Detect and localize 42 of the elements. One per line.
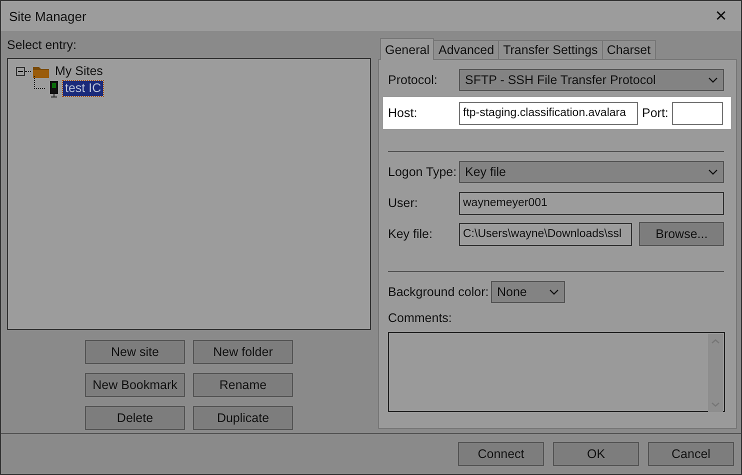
field-label: Key file:: [388, 227, 434, 241]
user-field[interactable]: waynemeyer001: [459, 192, 724, 214]
close-button[interactable]: ✕: [701, 1, 741, 31]
field-label: Logon Type:: [388, 165, 458, 179]
field-label: Port:: [642, 106, 668, 120]
key-file-field[interactable]: C:\Users\wayne\Downloads\ssl: [459, 222, 632, 246]
tab[interactable]: General: [380, 38, 434, 60]
window-title: Site Manager: [9, 8, 86, 24]
dialog-button[interactable]: Connect: [458, 442, 544, 466]
tree-item[interactable]: My Sites: [53, 64, 105, 79]
field-label: Host:: [388, 106, 418, 120]
collapse-icon[interactable]: [16, 67, 25, 76]
dropdown[interactable]: None: [491, 281, 565, 303]
tab[interactable]: Charset: [602, 40, 656, 59]
tab[interactable]: Advanced: [433, 40, 500, 59]
port-field[interactable]: [672, 102, 724, 124]
select-entry-label: Select entry:: [7, 38, 78, 52]
browse-button[interactable]: Browse...: [639, 222, 724, 246]
site-button[interactable]: Rename: [193, 373, 293, 397]
chevron-down-icon: [549, 289, 559, 295]
folder-icon: [32, 64, 50, 79]
dropdown[interactable]: SFTP - SSH File Transfer Protocol: [459, 69, 724, 91]
comments-field[interactable]: [388, 332, 725, 412]
site-tree[interactable]: My Sites test IC: [7, 58, 371, 330]
dropdown[interactable]: Key file: [459, 161, 724, 183]
host-field[interactable]: ftp-staging.classification.avalara: [459, 102, 638, 124]
dialog-button[interactable]: OK: [553, 442, 639, 466]
field-label: User:: [388, 196, 419, 210]
site-button[interactable]: Duplicate: [193, 406, 293, 430]
site-button[interactable]: New folder: [193, 340, 293, 364]
site-button[interactable]: Delete: [85, 406, 185, 430]
field-label: Background color:: [388, 285, 490, 299]
site-button[interactable]: New Bookmark: [85, 373, 185, 397]
field-label: Protocol:: [388, 73, 438, 87]
field-label: Comments:: [388, 311, 453, 325]
tree-item[interactable]: test IC: [63, 81, 104, 96]
site-button[interactable]: New site: [85, 340, 185, 364]
chevron-down-icon: [708, 169, 718, 175]
server-icon: [48, 80, 60, 98]
tab[interactable]: Transfer Settings: [498, 40, 603, 59]
chevron-down-icon: [708, 77, 718, 83]
dialog-button[interactable]: Cancel: [648, 442, 734, 466]
